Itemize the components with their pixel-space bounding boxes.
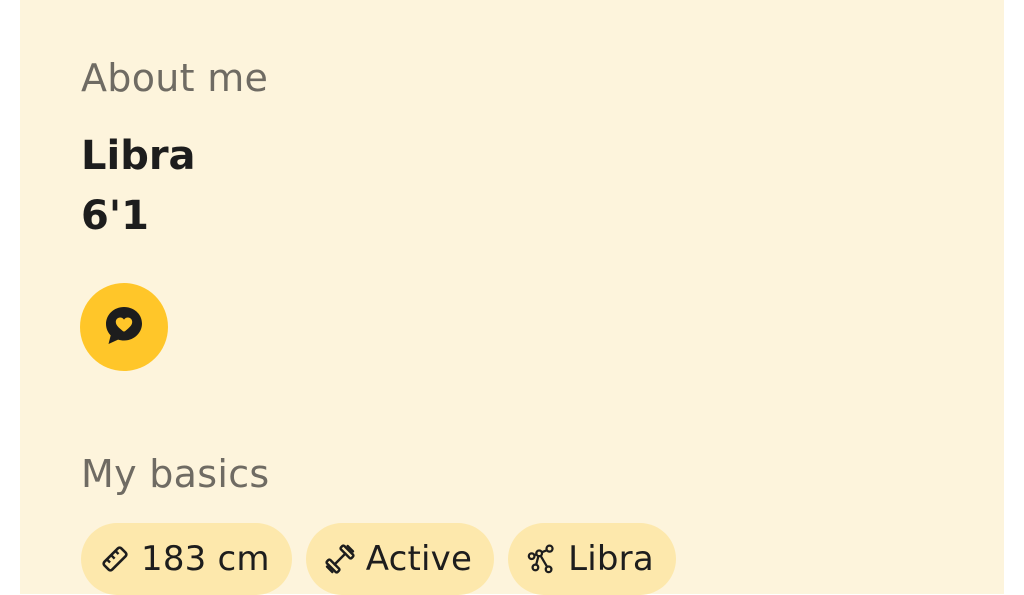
my-basics-heading: My basics	[81, 452, 270, 496]
basics-chip-list: 183 cm Active Libra	[81, 523, 676, 595]
profile-card: About me Libra 6'1 My basics 183 cm Acti…	[20, 0, 1004, 595]
chat-heart-icon	[100, 301, 148, 353]
ruler-icon	[99, 543, 131, 575]
about-me-heading: About me	[81, 56, 269, 100]
chat-heart-button[interactable]	[80, 283, 168, 371]
dumbbell-icon	[324, 543, 356, 575]
bio-line-height: 6'1	[81, 193, 149, 239]
constellation-icon	[526, 543, 558, 575]
chip-exercise[interactable]: Active	[305, 523, 495, 595]
chip-height[interactable]: 183 cm	[81, 523, 292, 595]
chip-zodiac-label: Libra	[568, 539, 654, 579]
chip-height-label: 183 cm	[141, 539, 270, 579]
chip-zodiac[interactable]: Libra	[508, 523, 676, 595]
chip-exercise-label: Active	[365, 539, 473, 579]
bio-line-zodiac: Libra	[81, 133, 196, 179]
